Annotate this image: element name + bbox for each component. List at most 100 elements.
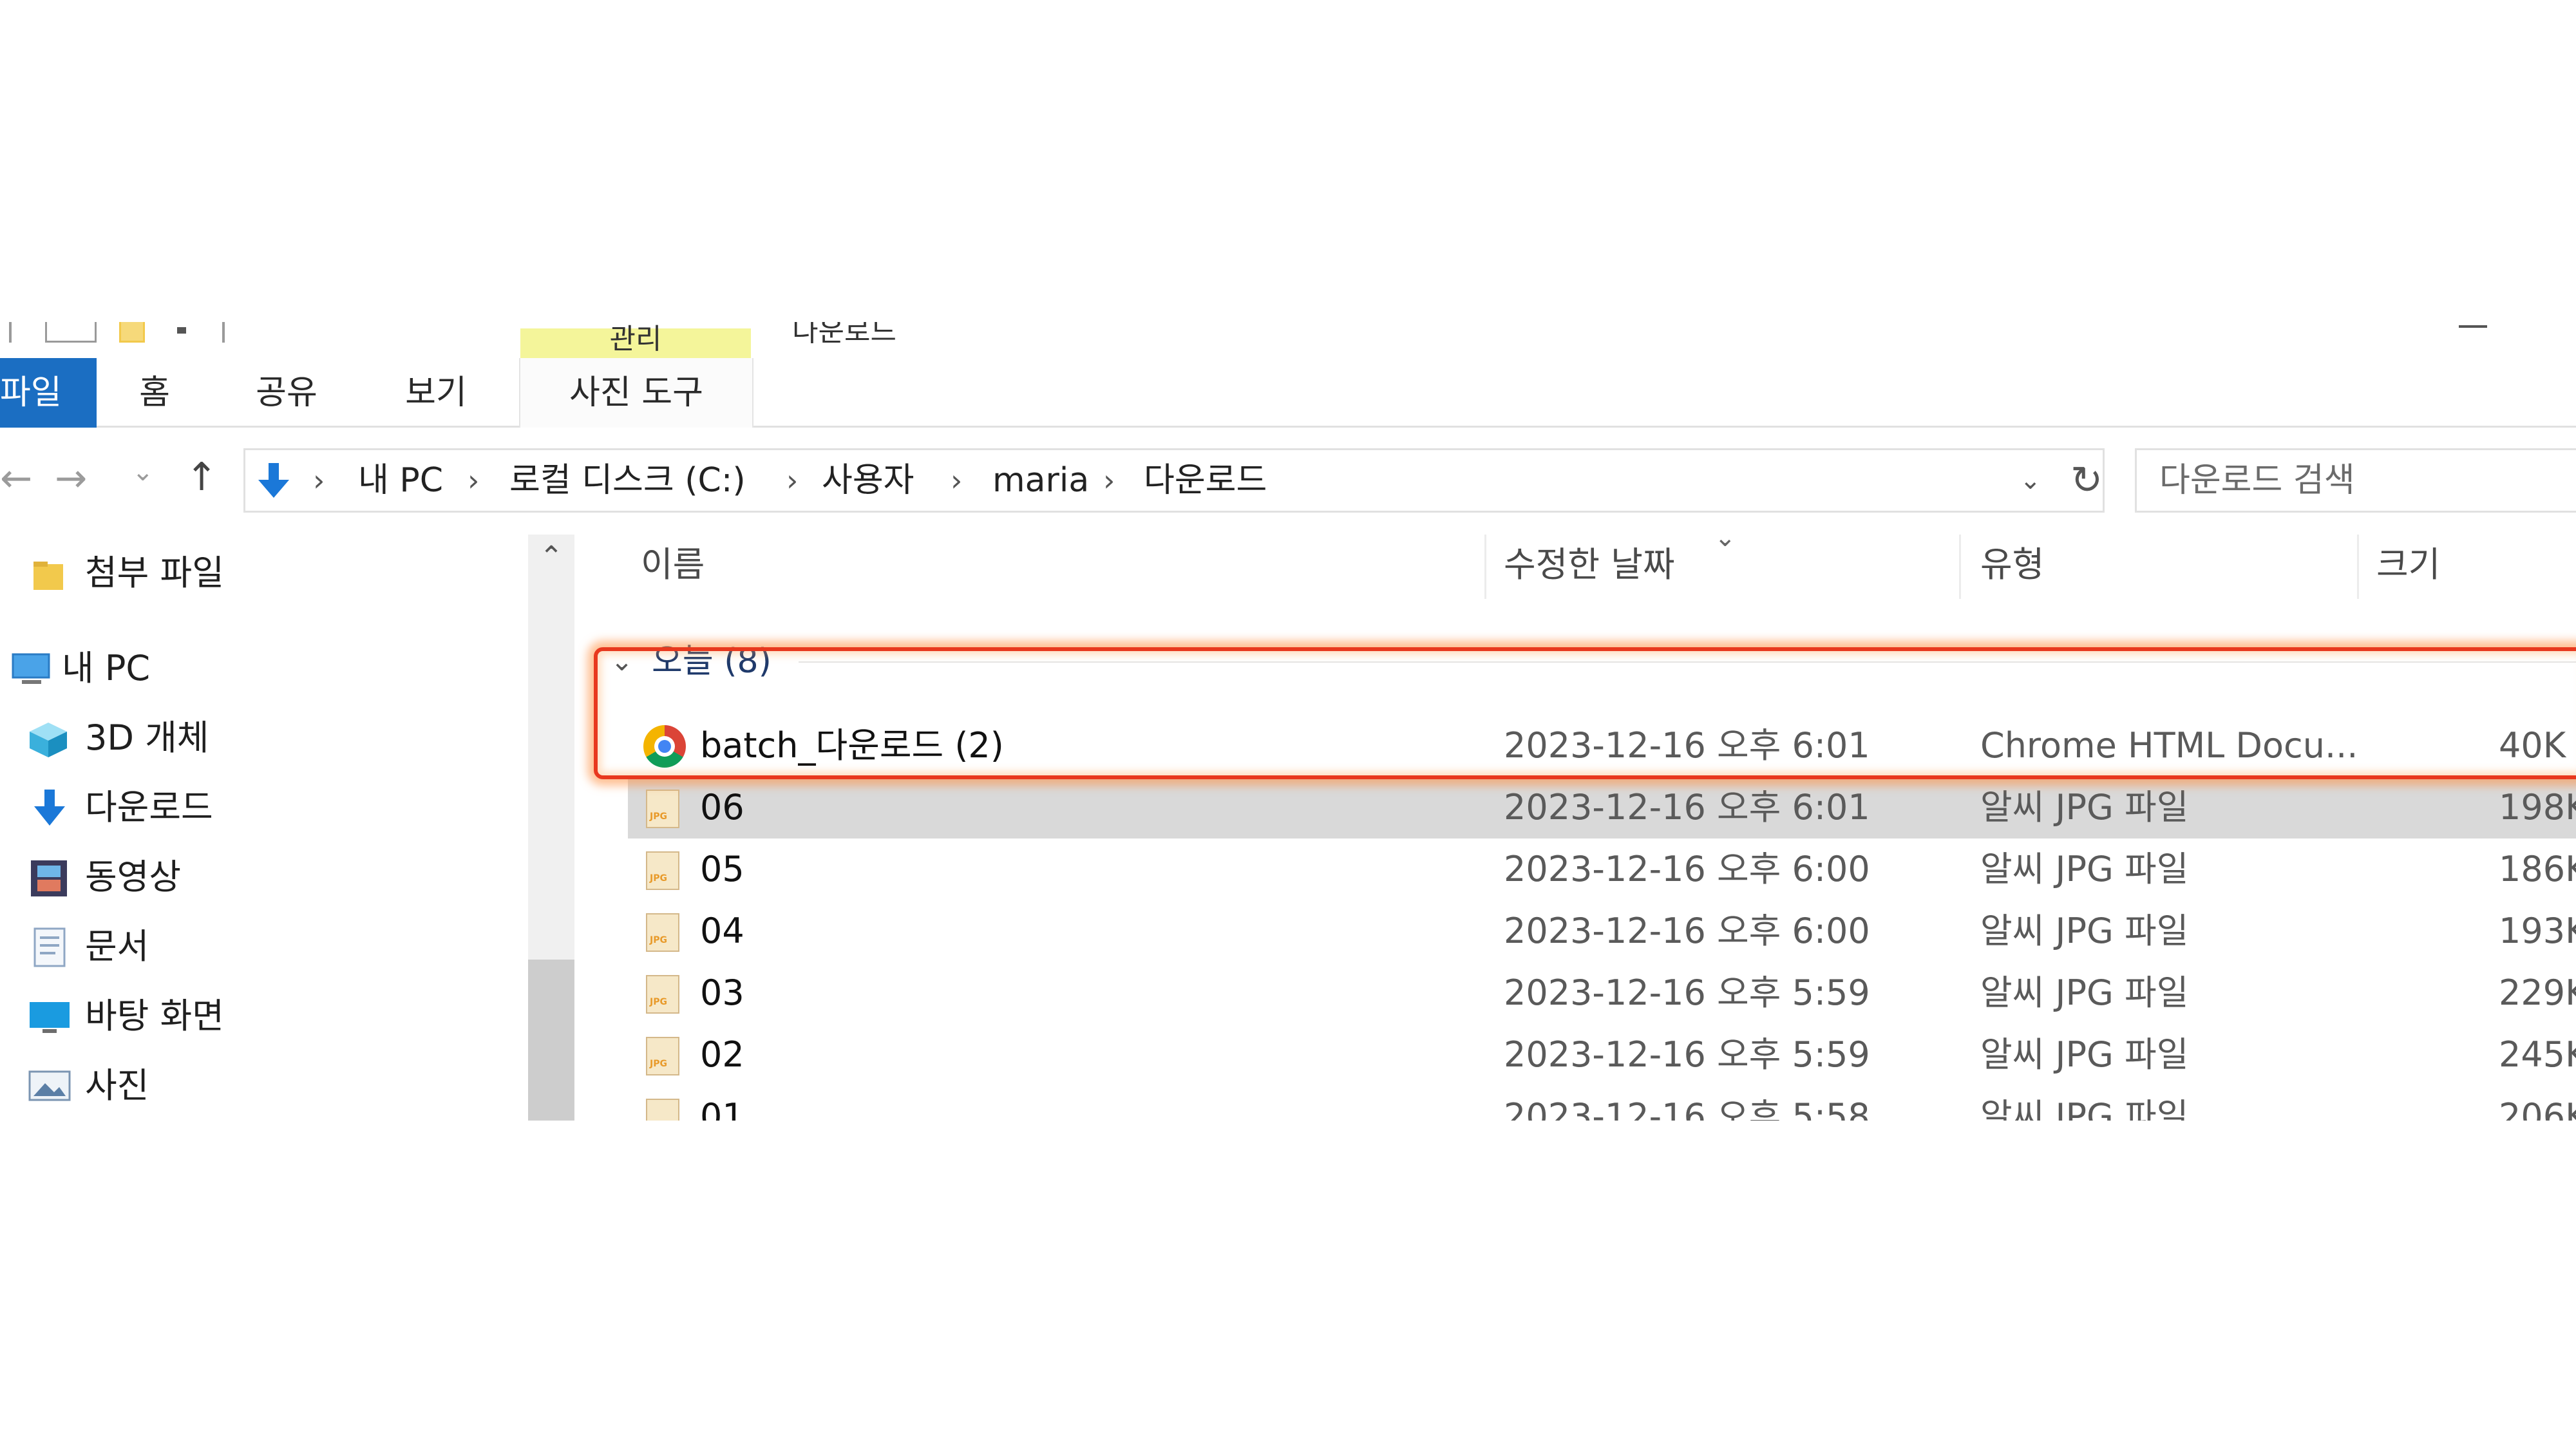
breadcrumb-downloads[interactable]: 다운로드 <box>1144 450 1267 511</box>
properties-icon[interactable] <box>45 322 97 343</box>
nav-item-desktop[interactable]: 바탕 화면 <box>0 984 515 1048</box>
pictures-icon <box>28 1070 71 1101</box>
address-dropdown-icon[interactable]: ⌄ <box>2020 450 2041 511</box>
tab-view[interactable]: 보기 <box>394 358 478 428</box>
breadcrumb-separator-icon[interactable]: › <box>468 450 479 511</box>
tab-view-label: 보기 <box>405 374 467 412</box>
file-name: 05 <box>700 849 744 889</box>
file-size: 186K <box>2499 849 2576 889</box>
file-explorer-window: 관리 다운로드 파일 홈 공유 보기 사진 도구 ← → ⌄ ↑ › 내 PC … <box>0 322 2576 1121</box>
window-title: 다운로드 <box>792 322 896 348</box>
breadcrumb-separator-icon[interactable]: › <box>951 450 962 511</box>
column-header-name[interactable]: 이름 <box>641 529 705 600</box>
file-name: 04 <box>700 911 744 951</box>
file-type: 알씨 JPG 파일 <box>1980 972 2189 1013</box>
search-placeholder: 다운로드 검색 <box>2159 461 2355 500</box>
file-row[interactable]: 04 2023-12-16 오후 6:00 알씨 JPG 파일 193K <box>628 900 2576 962</box>
nav-item-label: 다운로드 <box>85 787 213 828</box>
file-size: 245K <box>2499 1034 2576 1075</box>
file-name: 01 <box>700 1096 744 1121</box>
file-name: 02 <box>700 1034 744 1075</box>
download-icon <box>34 790 65 826</box>
file-type: 알씨 JPG 파일 <box>1980 849 2189 889</box>
tab-picture-tools[interactable]: 사진 도구 <box>519 358 753 428</box>
jpg-file-icon <box>646 975 679 1014</box>
recent-locations-icon[interactable]: ⌄ <box>132 457 154 487</box>
scroll-up-arrow-icon[interactable]: ⌃ <box>528 535 574 580</box>
breadcrumb-local-disk[interactable]: 로컬 디스크 (C:) <box>509 450 746 511</box>
qa-separator <box>222 322 225 343</box>
jpg-file-icon <box>646 913 679 952</box>
up-arrow-icon[interactable]: ↑ <box>185 455 218 500</box>
file-name: 03 <box>700 972 744 1013</box>
tab-home[interactable]: 홈 <box>122 358 187 428</box>
file-row[interactable]: 05 2023-12-16 오후 6:00 알씨 JPG 파일 186K <box>628 838 2576 900</box>
tab-share[interactable]: 공유 <box>245 358 328 428</box>
breadcrumb-my-pc[interactable]: 내 PC <box>358 450 443 511</box>
back-arrow-icon[interactable]: ← <box>0 456 32 501</box>
tab-file[interactable]: 파일 <box>0 358 97 428</box>
column-header-date[interactable]: 수정한 날짜 <box>1504 529 1675 600</box>
tab-share-label: 공유 <box>256 374 317 412</box>
nav-item-downloads[interactable]: 다운로드 <box>0 775 515 840</box>
search-input[interactable]: 다운로드 검색 <box>2135 448 2576 513</box>
sort-descending-icon: ⌄ <box>1714 523 1736 553</box>
nav-item-label: 내 PC <box>62 648 151 688</box>
nav-item-my-pc[interactable]: 내 PC <box>0 636 515 701</box>
file-row[interactable]: 03 2023-12-16 오후 5:59 알씨 JPG 파일 229K <box>628 962 2576 1024</box>
address-bar[interactable]: › 내 PC › 로컬 디스크 (C:) › 사용자 › maria › 다운로… <box>243 448 2105 513</box>
file-date: 2023-12-16 오후 5:59 <box>1504 1034 1870 1075</box>
new-folder-icon[interactable] <box>119 322 145 343</box>
nav-item-attachments[interactable]: 첨부 파일 <box>0 541 515 605</box>
nav-item-videos[interactable]: 동영상 <box>0 845 515 909</box>
column-divider[interactable] <box>2357 535 2359 599</box>
breadcrumb-separator-icon[interactable]: › <box>313 450 325 511</box>
nav-item-label: 3D 개체 <box>85 717 209 758</box>
file-type: 알씨 JPG 파일 <box>1980 787 2189 828</box>
column-header-size[interactable]: 크기 <box>2376 529 2440 600</box>
nav-item-label: 사진 <box>85 1065 149 1106</box>
file-date: 2023-12-16 오후 6:00 <box>1504 849 1870 889</box>
jpg-file-icon <box>646 1037 679 1075</box>
file-date: 2023-12-16 오후 5:59 <box>1504 972 1870 1013</box>
breadcrumb-separator-icon[interactable]: › <box>1103 450 1115 511</box>
file-type: 알씨 JPG 파일 <box>1980 1034 2189 1075</box>
nav-item-documents[interactable]: 문서 <box>0 914 515 979</box>
document-icon <box>33 927 66 967</box>
jpg-file-icon <box>646 851 679 890</box>
minimize-button[interactable] <box>2459 325 2487 328</box>
refresh-icon[interactable]: ↻ <box>2064 448 2109 513</box>
nav-item-pictures[interactable]: 사진 <box>0 1054 515 1118</box>
file-size: 206K <box>2499 1096 2576 1121</box>
tab-file-label: 파일 <box>0 374 62 412</box>
nav-scrollbar-thumb[interactable] <box>528 960 574 1121</box>
tab-home-label: 홈 <box>139 374 170 412</box>
column-divider[interactable] <box>1484 535 1486 599</box>
column-header-type[interactable]: 유형 <box>1980 529 2044 600</box>
qa-dropdown-icon[interactable] <box>177 327 186 334</box>
breadcrumb-maria[interactable]: maria <box>992 450 1089 511</box>
video-icon <box>31 860 67 896</box>
file-row[interactable]: 02 2023-12-16 오후 5:59 알씨 JPG 파일 245K <box>628 1024 2576 1086</box>
nav-item-3d-objects[interactable]: 3D 개체 <box>0 706 515 770</box>
ribbon-tabs: 파일 홈 공유 보기 사진 도구 <box>0 358 2576 428</box>
file-type: 알씨 JPG 파일 <box>1980 1096 2189 1121</box>
pc-icon <box>12 653 50 684</box>
nav-item-label: 문서 <box>85 926 149 967</box>
nav-item-label: 바탕 화면 <box>85 996 224 1036</box>
forward-arrow-icon[interactable]: → <box>55 456 87 501</box>
nav-item-label: 첨부 파일 <box>85 553 224 593</box>
file-row-selected[interactable]: 06 2023-12-16 오후 6:01 알씨 JPG 파일 198K <box>628 777 2576 838</box>
file-row[interactable]: 01 2023-12-16 오후 5:58 알씨 JPG 파일 206K <box>628 1086 2576 1121</box>
breadcrumb-separator-icon[interactable]: › <box>786 450 798 511</box>
title-bar: 관리 다운로드 <box>0 322 2576 361</box>
breadcrumb-users[interactable]: 사용자 <box>822 450 914 511</box>
column-divider[interactable] <box>1959 535 1961 599</box>
folder-icon <box>33 562 63 590</box>
file-date: 2023-12-16 오후 6:01 <box>1504 787 1870 828</box>
file-name: 06 <box>700 787 744 828</box>
download-location-icon <box>258 463 289 498</box>
highlight-box <box>594 647 2576 779</box>
context-group-label: 관리 <box>520 323 751 361</box>
file-type: 알씨 JPG 파일 <box>1980 911 2189 951</box>
